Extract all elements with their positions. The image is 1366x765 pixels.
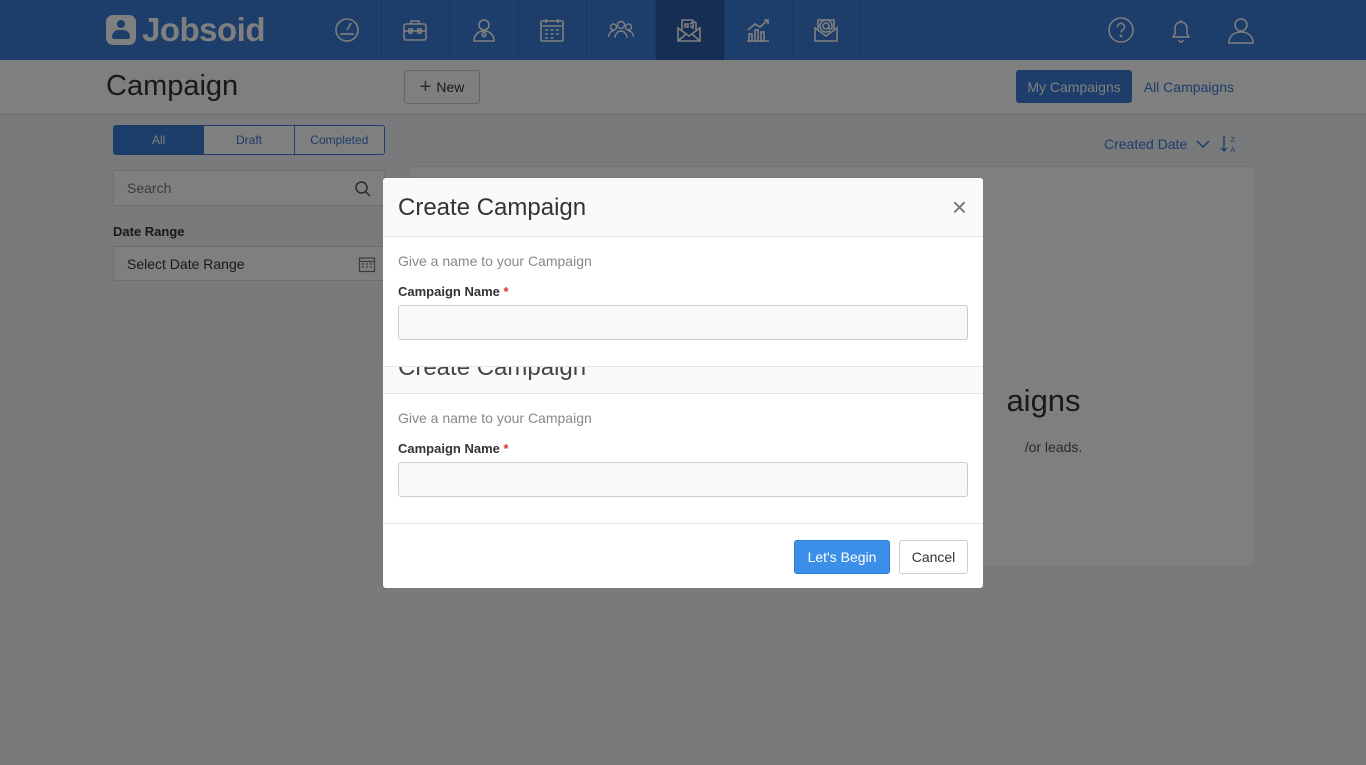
modal-helper-text: Give a name to your Campaign bbox=[398, 253, 592, 269]
campaign-name-input[interactable] bbox=[398, 305, 968, 340]
campaign-name-label-text-duplicate: Campaign Name bbox=[398, 441, 500, 456]
cancel-button[interactable]: Cancel bbox=[899, 540, 968, 574]
close-icon[interactable]: × bbox=[952, 194, 967, 220]
modal-header: Create Campaign × bbox=[383, 178, 983, 237]
campaign-name-label-duplicate: Campaign Name * bbox=[398, 441, 509, 456]
campaign-name-label-text: Campaign Name bbox=[398, 284, 500, 299]
modal-footer: Let's Begin Cancel bbox=[383, 523, 983, 588]
lets-begin-button[interactable]: Let's Begin bbox=[794, 540, 890, 574]
modal-title: Create Campaign bbox=[398, 194, 587, 221]
create-campaign-modal: Create Campaign × Give a name to your Ca… bbox=[383, 178, 983, 588]
required-marker: * bbox=[503, 284, 509, 299]
campaign-name-input-duplicate[interactable] bbox=[398, 462, 968, 497]
modal-helper-text-duplicate: Give a name to your Campaign bbox=[398, 410, 592, 426]
duplicate-modal-title: Create Campaign bbox=[398, 366, 587, 381]
required-marker-duplicate: * bbox=[503, 441, 509, 456]
campaign-name-label: Campaign Name * bbox=[398, 284, 509, 299]
duplicate-modal-header: Create Campaign bbox=[383, 366, 983, 394]
